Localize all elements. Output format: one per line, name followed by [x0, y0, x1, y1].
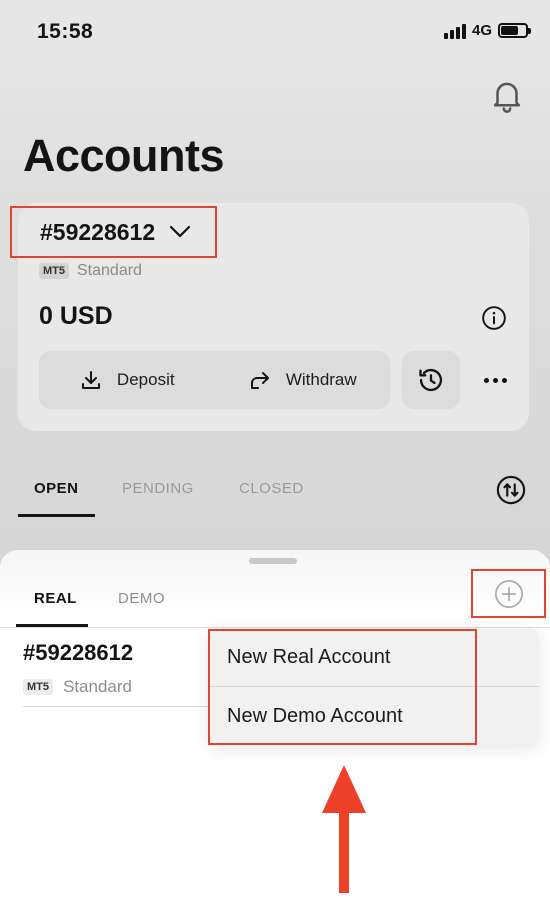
download-icon [81, 371, 100, 389]
active-tab-indicator [18, 514, 95, 517]
account-balance: 0 USD [39, 302, 113, 330]
tab-closed[interactable]: CLOSED [239, 480, 304, 497]
sort-icon[interactable] [496, 475, 526, 505]
status-time: 15:58 [37, 20, 94, 43]
history-button[interactable] [402, 351, 460, 409]
share-arrow-icon [250, 372, 269, 389]
platform-badge: MT5 [23, 679, 53, 695]
history-icon [419, 368, 443, 392]
withdraw-label: Withdraw [285, 370, 357, 389]
deposit-withdraw-group: Deposit Withdraw [39, 351, 390, 409]
menu-highlight-box [208, 629, 477, 745]
account-row-meta: MT5 Standard [23, 677, 132, 697]
tab-demo[interactable]: DEMO [118, 590, 165, 607]
tab-open[interactable]: OPEN [34, 480, 122, 497]
battery-icon [498, 23, 531, 38]
deposit-button[interactable]: Deposit [39, 351, 215, 409]
signal-icon [443, 23, 466, 39]
bell-icon[interactable] [488, 76, 526, 114]
chevron-down-icon [170, 225, 191, 238]
plus-circle-icon [494, 579, 523, 608]
add-account-button[interactable] [471, 569, 546, 618]
page-title: Accounts [23, 130, 225, 181]
more-options-button[interactable] [478, 371, 512, 389]
deposit-label: Deposit [116, 370, 175, 389]
tab-pending[interactable]: PENDING [122, 480, 239, 497]
account-meta: MT5 Standard [39, 262, 142, 280]
sheet-drag-handle[interactable] [249, 558, 297, 564]
account-selector[interactable]: #59228612 [10, 206, 217, 258]
info-icon[interactable] [481, 305, 507, 331]
account-type: Standard [77, 262, 142, 279]
platform-badge: MT5 [39, 263, 69, 279]
account-number: #59228612 [40, 218, 156, 245]
tab-real[interactable]: REAL [34, 590, 77, 607]
withdraw-button[interactable]: Withdraw [215, 351, 391, 409]
account-row-number[interactable]: #59228612 [23, 640, 133, 666]
network-label: 4G [471, 22, 492, 39]
arrow-up-icon [322, 765, 366, 893]
account-row-type: Standard [63, 677, 132, 696]
status-indicators: 4G [443, 22, 531, 39]
order-tabs: OPEN PENDING CLOSED [34, 480, 304, 497]
row-divider [23, 706, 213, 707]
